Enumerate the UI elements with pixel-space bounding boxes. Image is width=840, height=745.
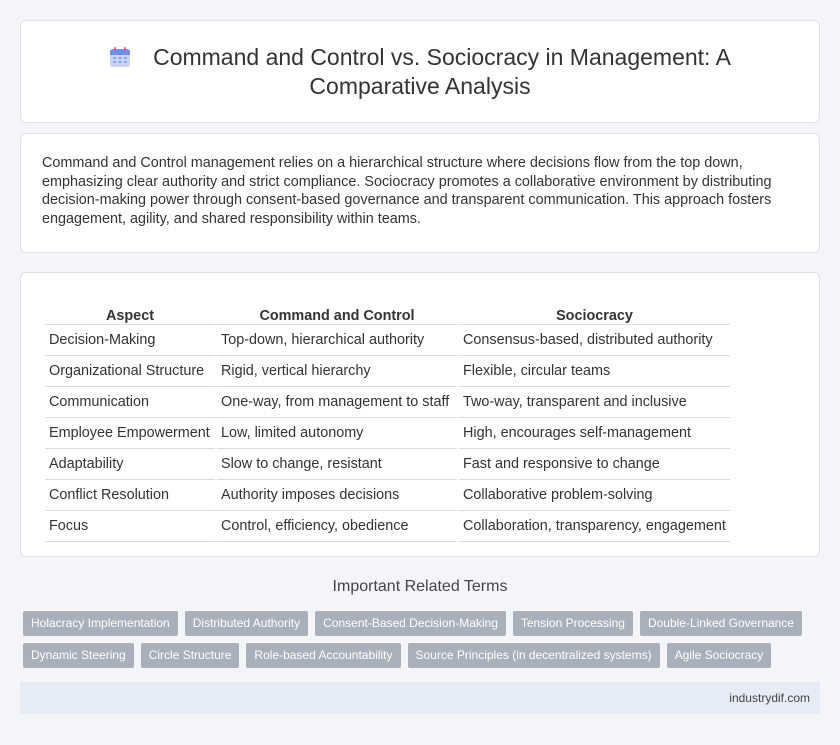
tag-tension-processing[interactable]: Tension Processing: [512, 611, 633, 636]
table-row: Communication One-way, from management t…: [45, 387, 730, 418]
table-row: Decision-Making Top-down, hierarchical a…: [45, 325, 730, 356]
cell-sociocracy: Collaboration, transparency, engagement: [459, 511, 730, 542]
intro-paragraph: Command and Control management relies on…: [42, 155, 772, 227]
table-row: Conflict Resolution Authority imposes de…: [45, 480, 730, 511]
table-row: Organizational Structure Rigid, vertical…: [45, 356, 730, 387]
tag-source-principles[interactable]: Source Principles (in decentralized syst…: [407, 643, 660, 668]
tag-distributed-authority[interactable]: Distributed Authority: [184, 611, 309, 636]
cell-command: Top-down, hierarchical authority: [217, 325, 457, 356]
related-terms-tags: Holacracy Implementation Distributed Aut…: [23, 611, 813, 668]
footer: industrydif.com: [20, 682, 820, 714]
header-sociocracy: Sociocracy: [459, 295, 730, 325]
table-card: Aspect Command and Control Sociocracy De…: [20, 272, 820, 557]
cell-sociocracy: Fast and responsive to change: [459, 449, 730, 480]
cell-aspect: Organizational Structure: [45, 356, 215, 387]
tag-circle-structure[interactable]: Circle Structure: [140, 643, 240, 668]
cell-aspect: Adaptability: [45, 449, 215, 480]
tag-role-based-accountability[interactable]: Role-based Accountability: [246, 643, 401, 668]
cell-command: Low, limited autonomy: [217, 418, 457, 449]
cell-command: Authority imposes decisions: [217, 480, 457, 511]
cell-command: Control, efficiency, obedience: [217, 511, 457, 542]
page-title: Command and Control vs. Sociocracy in Ma…: [90, 43, 750, 101]
cell-sociocracy: Flexible, circular teams: [459, 356, 730, 387]
cell-aspect: Focus: [45, 511, 215, 542]
table-header-row: Aspect Command and Control Sociocracy: [45, 295, 730, 325]
cell-sociocracy: Consensus-based, distributed authority: [459, 325, 730, 356]
intro-card: Command and Control management relies on…: [20, 133, 820, 253]
title-wrap: Command and Control vs. Sociocracy in Ma…: [21, 21, 819, 122]
table-row: Employee Empowerment Low, limited autono…: [45, 418, 730, 449]
table-row: Adaptability Slow to change, resistant F…: [45, 449, 730, 480]
tag-consent-based-decision-making[interactable]: Consent-Based Decision-Making: [315, 611, 506, 636]
header-card: Command and Control vs. Sociocracy in Ma…: [20, 20, 820, 123]
cell-sociocracy: Collaborative problem-solving: [459, 480, 730, 511]
tag-agile-sociocracy[interactable]: Agile Sociocracy: [666, 643, 772, 668]
cell-aspect: Employee Empowerment: [45, 418, 215, 449]
comparison-table: Aspect Command and Control Sociocracy De…: [43, 295, 732, 542]
cell-sociocracy: High, encourages self-management: [459, 418, 730, 449]
cell-command: Slow to change, resistant: [217, 449, 457, 480]
header-aspect: Aspect: [45, 295, 215, 325]
cell-command: Rigid, vertical hierarchy: [217, 356, 457, 387]
cell-aspect: Conflict Resolution: [45, 480, 215, 511]
tag-holacracy-implementation[interactable]: Holacracy Implementation: [23, 611, 178, 636]
cell-command: One-way, from management to staff: [217, 387, 457, 418]
page-title-text: Command and Control vs. Sociocracy in Ma…: [153, 43, 731, 99]
cell-sociocracy: Two-way, transparent and inclusive: [459, 387, 730, 418]
calendar-icon: [110, 46, 131, 67]
footer-site[interactable]: industrydif.com: [729, 691, 810, 705]
cell-aspect: Decision-Making: [45, 325, 215, 356]
tag-dynamic-steering[interactable]: Dynamic Steering: [23, 643, 134, 668]
table-row: Focus Control, efficiency, obedience Col…: [45, 511, 730, 542]
tag-double-linked-governance[interactable]: Double-Linked Governance: [639, 611, 803, 636]
cell-aspect: Communication: [45, 387, 215, 418]
related-terms-title: Important Related Terms: [332, 578, 508, 595]
header-command-and-control: Command and Control: [217, 295, 457, 325]
